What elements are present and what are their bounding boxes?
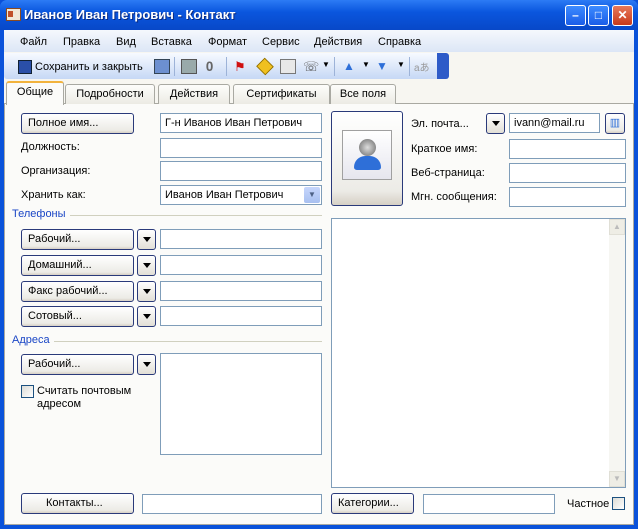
company-input[interactable] <box>160 161 322 181</box>
phone-business-dropdown[interactable] <box>137 229 156 250</box>
divider <box>54 341 322 342</box>
contact-photo-button[interactable] <box>331 111 403 206</box>
phone-business-button[interactable]: Рабочий... <box>21 229 134 250</box>
chevron-down-icon[interactable]: ▼ <box>362 60 370 69</box>
save-and-close-button[interactable]: Сохранить и закрыть <box>18 58 143 76</box>
im-address-label: Мгн. сообщения: <box>411 191 497 203</box>
phone-business-input[interactable] <box>160 229 322 249</box>
display-name-input[interactable] <box>509 139 626 159</box>
close-button[interactable]: ✕ <box>612 5 633 26</box>
private-label: Частное <box>567 498 610 510</box>
print-icon[interactable] <box>181 59 197 74</box>
window-title: Иванов Иван Петрович - Контакт <box>24 7 236 22</box>
toolbar-separator <box>226 57 227 76</box>
job-title-input[interactable] <box>160 138 322 158</box>
phone-mobile-button[interactable]: Сотовый... <box>21 306 134 327</box>
menu-actions[interactable]: Действия <box>314 36 362 48</box>
web-page-input[interactable] <box>509 163 626 183</box>
chevron-down-icon[interactable]: ▼ <box>304 187 320 203</box>
email-input[interactable]: ivann@mail.ru <box>509 113 600 133</box>
web-page-label: Веб-страница: <box>411 167 485 179</box>
full-name-button[interactable]: Полное имя... <box>21 113 134 134</box>
minimize-button[interactable]: – <box>565 5 586 26</box>
menu-help[interactable]: Справка <box>378 36 421 48</box>
maximize-button[interactable]: □ <box>588 5 609 26</box>
file-as-value: Иванов Иван Петрович <box>165 189 284 201</box>
menu-edit[interactable]: Правка <box>63 36 100 48</box>
menu-view[interactable]: Вид <box>116 36 136 48</box>
divider <box>70 215 322 216</box>
email-type-dropdown[interactable] <box>486 113 505 134</box>
phone-home-button[interactable]: Домашний... <box>21 255 134 276</box>
phone-fax-input[interactable] <box>160 281 322 301</box>
translate-icon[interactable]: aあ <box>414 59 430 74</box>
scroll-down-icon[interactable]: ▼ <box>609 471 625 487</box>
phone-icon[interactable]: ☏ <box>303 59 319 74</box>
address-type-dropdown[interactable] <box>137 354 156 375</box>
job-title-label: Должность: <box>21 141 80 153</box>
save-icon <box>18 60 32 74</box>
tab-certificates[interactable]: Сертификаты <box>233 84 330 104</box>
save-as-icon[interactable] <box>154 59 170 74</box>
menu-file[interactable]: Файл <box>20 36 47 48</box>
toolbar-separator <box>174 57 175 76</box>
menu-tools[interactable]: Сервис <box>262 36 300 48</box>
tab-all-fields[interactable]: Все поля <box>330 84 396 104</box>
im-address-input[interactable] <box>509 187 626 207</box>
toolbar-options-button[interactable] <box>437 53 449 79</box>
phones-heading: Телефоны <box>12 208 66 220</box>
phone-home-input[interactable] <box>160 255 322 275</box>
paperclip-icon[interactable]: 𝟎 <box>206 59 222 74</box>
contact-photo-icon <box>342 130 392 180</box>
mailing-address-checkbox[interactable] <box>21 385 34 398</box>
company-label: Организация: <box>21 165 91 177</box>
notes-scrollbar[interactable]: ▲ ▼ <box>609 219 625 487</box>
mailing-address-label: Считать почтовым адресом <box>37 385 132 410</box>
scroll-up-icon[interactable]: ▲ <box>609 219 625 235</box>
address-book-icon[interactable]: ▥ <box>605 113 625 134</box>
display-name-label: Краткое имя: <box>411 143 478 155</box>
toolbar-separator <box>334 57 335 76</box>
addresses-heading: Адреса <box>12 334 50 346</box>
chevron-down-icon[interactable]: ▼ <box>397 60 405 69</box>
email-label[interactable]: Эл. почта... <box>411 118 469 130</box>
full-name-input[interactable]: Г-н Иванов Иван Петрович <box>160 113 322 133</box>
flag-icon[interactable]: ⚑ <box>234 59 250 74</box>
categories-button[interactable]: Категории... <box>331 493 414 514</box>
phone-fax-dropdown[interactable] <box>137 281 156 302</box>
categories-input[interactable] <box>423 494 555 514</box>
private-checkbox[interactable] <box>612 497 625 510</box>
notes-textarea[interactable] <box>331 218 626 488</box>
address-type-button[interactable]: Рабочий... <box>21 354 134 375</box>
phone-home-dropdown[interactable] <box>137 255 156 276</box>
title-bar: Иванов Иван Петрович - Контакт – □ ✕ <box>0 0 638 30</box>
menu-insert[interactable]: Вставка <box>151 36 192 48</box>
contacts-input[interactable] <box>142 494 322 514</box>
card-icon[interactable] <box>280 59 296 74</box>
toolbar-separator <box>409 57 410 76</box>
address-textarea[interactable] <box>160 353 322 455</box>
phone-fax-button[interactable]: Факс рабочий... <box>21 281 134 302</box>
tab-general[interactable]: Общие <box>6 81 64 105</box>
previous-item-icon[interactable]: ▲ <box>343 59 359 74</box>
phone-mobile-dropdown[interactable] <box>137 306 156 327</box>
phone-mobile-input[interactable] <box>160 306 322 326</box>
menu-format[interactable]: Формат <box>208 36 247 48</box>
file-as-select[interactable]: Иванов Иван Петрович ▼ <box>160 185 322 205</box>
contacts-button[interactable]: Контакты... <box>21 493 134 514</box>
next-item-icon[interactable]: ▼ <box>376 59 392 74</box>
file-as-label: Хранить как: <box>21 189 86 201</box>
tab-activities[interactable]: Действия <box>158 84 230 104</box>
contact-card-icon <box>6 8 21 21</box>
chevron-down-icon[interactable]: ▼ <box>322 60 330 69</box>
tab-details[interactable]: Подробности <box>65 84 155 104</box>
